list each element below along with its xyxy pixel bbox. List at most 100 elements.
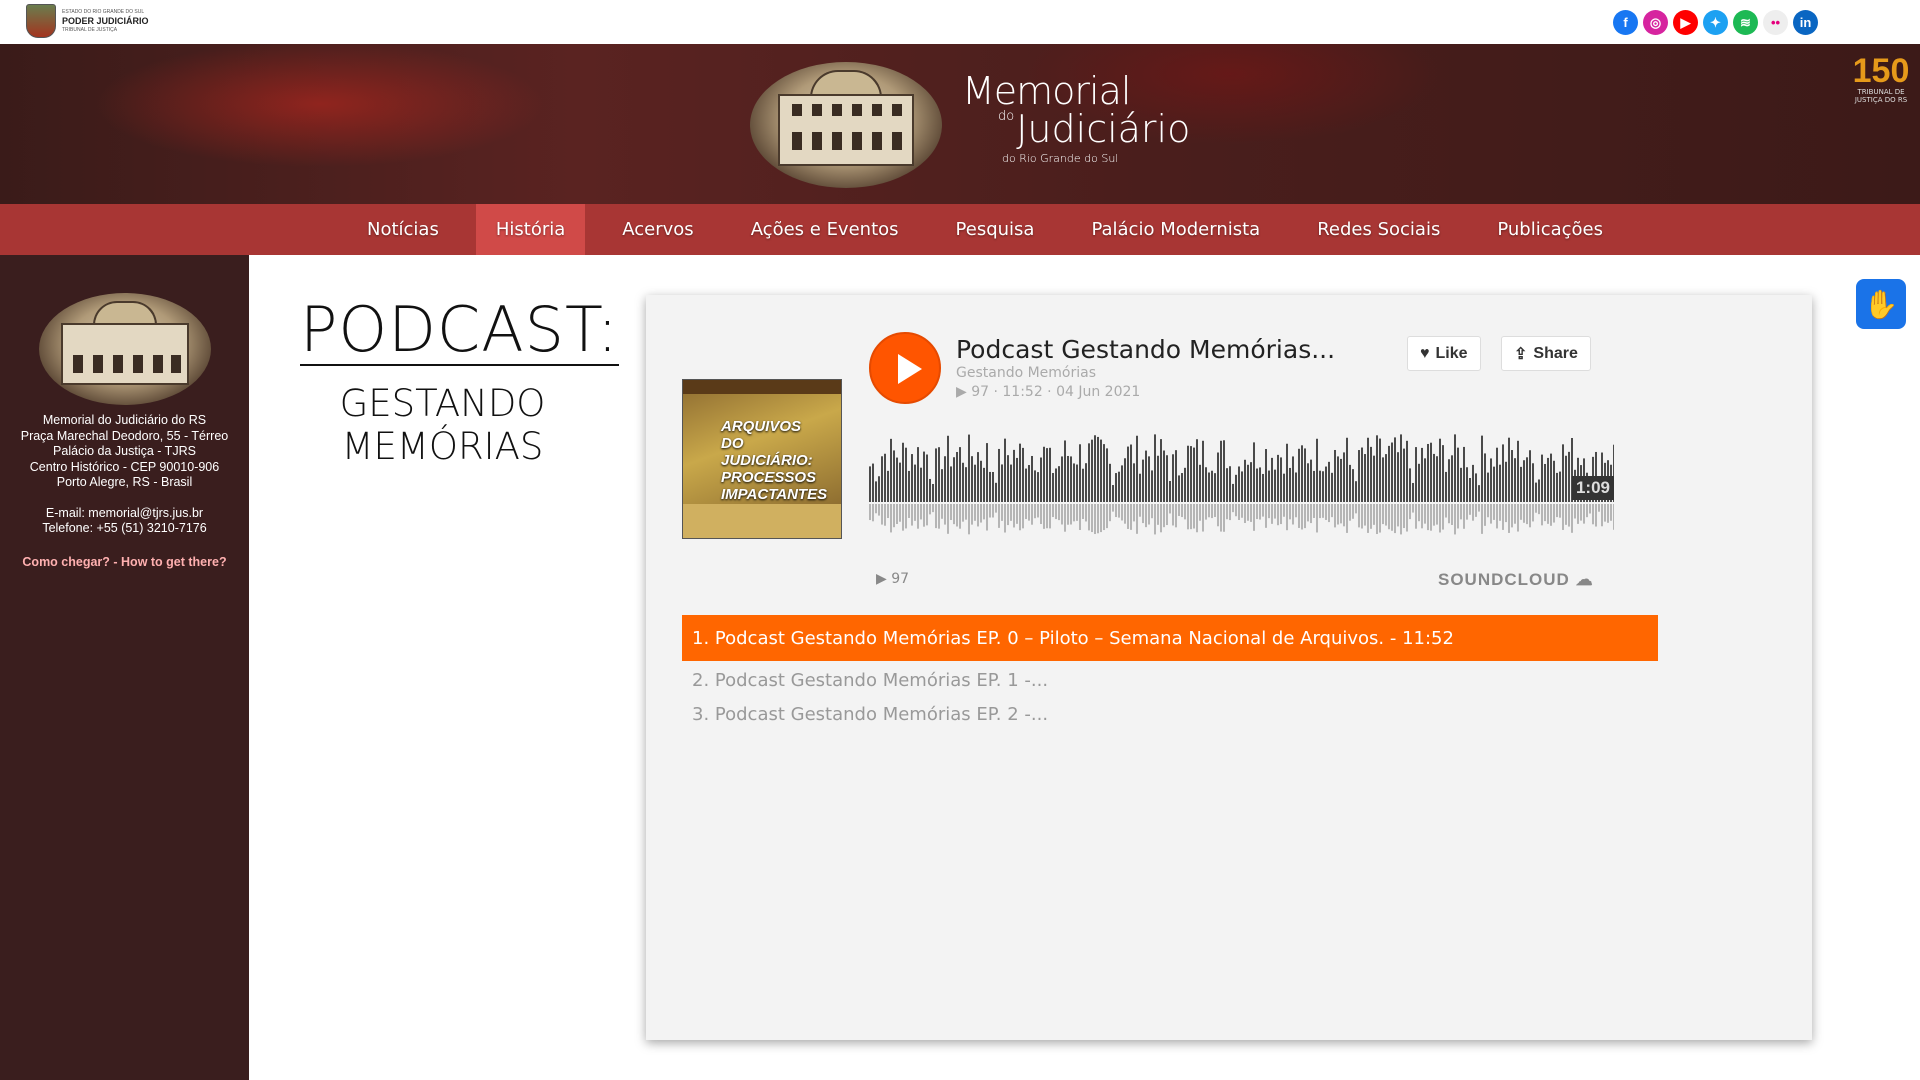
soundcloud-player: ARQUIVOS DO JUDICIÁRIO: PROCESSOS IMPACT…: [646, 295, 1812, 1040]
waveform-bar: [1328, 461, 1330, 502]
waveform-bar: [1133, 463, 1135, 502]
waveform-reflection: [1118, 504, 1120, 518]
waveform-bar: [1472, 464, 1474, 502]
waveform-reflection: [1295, 504, 1297, 518]
waveform-bar: [998, 448, 1000, 502]
waveform-reflection: [1190, 504, 1192, 530]
waveform-bar: [1217, 452, 1219, 502]
waveform-reflection: [1499, 504, 1501, 521]
facebook-icon[interactable]: f: [1613, 10, 1638, 35]
waveform-bar: [1196, 439, 1198, 502]
nav-item-acoes-eventos[interactable]: Ações e Eventos: [731, 204, 919, 255]
waveform-reflection: [1073, 504, 1075, 522]
waveform-bar: [911, 454, 913, 502]
waveform-reflection: [1058, 504, 1060, 521]
spotify-icon[interactable]: ≋: [1733, 10, 1758, 35]
waveform-reflection: [1535, 504, 1537, 513]
waveform-reflection: [899, 504, 901, 522]
waveform-reflection: [1076, 504, 1078, 521]
tjrs-150-badge[interactable]: 150 TRIBUNAL DE JUSTIÇA DO RS: [1852, 54, 1910, 126]
track-title[interactable]: Podcast Gestando Memórias...: [956, 335, 1335, 364]
nav-item-redes-sociais[interactable]: Redes Sociais: [1297, 204, 1460, 255]
flickr-icon[interactable]: ••: [1763, 10, 1788, 35]
waveform-bar: [1256, 468, 1258, 502]
nav-item-historia[interactable]: História: [475, 204, 586, 255]
waveform-reflection: [1316, 504, 1318, 533]
waveform-bar: [1148, 456, 1150, 502]
contact-email[interactable]: E-mail: memorial@tjrs.jus.br: [0, 506, 249, 522]
waveform-bar: [1157, 455, 1159, 502]
waveform-reflection: [1079, 504, 1081, 530]
waveform-bar: [1547, 457, 1549, 502]
linkedin-icon[interactable]: in: [1793, 10, 1818, 35]
waveform-reflection: [1523, 504, 1525, 523]
waveform-bar: [1334, 449, 1336, 502]
soundcloud-logo[interactable]: SOUNDCLOUD ☁: [1438, 570, 1594, 590]
nav-item-noticias[interactable]: Notícias: [347, 204, 459, 255]
palace-photo: [750, 62, 942, 188]
waveform-bar: [1433, 453, 1435, 502]
waveform-reflection: [1106, 504, 1108, 529]
youtube-icon[interactable]: ▶: [1673, 10, 1698, 35]
nav-item-palacio-modernista[interactable]: Palácio Modernista: [1071, 204, 1280, 255]
waveform-bar: [1211, 470, 1213, 502]
waveform-reflection: [1289, 504, 1291, 520]
like-button[interactable]: ♥ Like: [1407, 336, 1481, 371]
waveform-reflection: [1160, 504, 1162, 533]
directions-link[interactable]: Como chegar? - How to get there?: [0, 555, 249, 569]
waveform-reflection: [1454, 504, 1456, 535]
main-nav: Notícias História Acervos Ações e Evento…: [0, 204, 1920, 255]
waveform-bar: [1001, 464, 1003, 502]
waveform-reflection: [1574, 504, 1576, 519]
waveform-bar: [920, 467, 922, 502]
waveform-bar: [1022, 447, 1024, 502]
list-item[interactable]: 2. Podcast Gestando Memórias EP. 1 -...: [682, 663, 1658, 697]
waveform-reflection: [1178, 504, 1180, 516]
play-button[interactable]: [869, 332, 941, 404]
waveform-reflection: [1208, 504, 1210, 518]
waveform-reflection: [1565, 504, 1567, 525]
waveform-reflection: [1604, 504, 1606, 522]
waveform-bar: [1187, 445, 1189, 502]
waveform-reflection: [1277, 504, 1279, 526]
waveform-reflection: [1205, 504, 1207, 520]
waveform-reflection: [1427, 504, 1429, 531]
waveform-bar: [950, 466, 952, 502]
waveform-reflection: [1040, 504, 1042, 525]
podcast-cover-art[interactable]: ARQUIVOS DO JUDICIÁRIO: PROCESSOS IMPACT…: [682, 379, 842, 539]
waveform-reflection: [1031, 504, 1033, 525]
nav-item-acervos[interactable]: Acervos: [602, 204, 713, 255]
waveform-reflection: [1547, 504, 1549, 524]
twitter-icon[interactable]: ✦: [1703, 10, 1728, 35]
waveform-reflection: [1238, 504, 1240, 520]
waveform-bar: [1130, 444, 1132, 502]
waveform-bar: [1097, 436, 1099, 502]
waveform-bar: [1532, 463, 1534, 502]
waveform-bar: [962, 462, 964, 502]
waveform-bar: [1562, 444, 1564, 502]
waveform-bar: [1061, 456, 1063, 502]
site-title[interactable]: Memorial doJudiciário do Rio Grande do S…: [962, 72, 1190, 165]
waveform-bar: [944, 456, 946, 502]
waveform-bar: [1511, 450, 1513, 502]
waveform-reflection: [1235, 504, 1237, 517]
list-item[interactable]: 3. Podcast Gestando Memórias EP. 2 -...: [682, 697, 1658, 731]
poder-judiciario-logo[interactable]: ESTADO DO RIO GRANDE DO SUL PODER JUDICI…: [26, 4, 149, 38]
share-button[interactable]: ⇪ Share: [1501, 336, 1591, 371]
accessibility-hand-icon[interactable]: ✋: [1856, 279, 1906, 329]
waveform-reflection: [914, 504, 916, 521]
waveform[interactable]: 1:09: [869, 418, 1615, 542]
waveform-reflection: [1241, 504, 1243, 518]
waveform-bar: [1013, 449, 1015, 502]
waveform-bar: [1403, 448, 1405, 502]
waveform-bar: [1301, 445, 1303, 502]
list-item[interactable]: 1. Podcast Gestando Memórias EP. 0 – Pil…: [682, 615, 1658, 661]
track-artist[interactable]: Gestando Memórias: [956, 365, 1096, 381]
instagram-icon[interactable]: ◎: [1643, 10, 1668, 35]
waveform-reflection: [953, 504, 955, 525]
nav-item-publicacoes[interactable]: Publicações: [1477, 204, 1623, 255]
nav-item-pesquisa[interactable]: Pesquisa: [936, 204, 1055, 255]
waveform-reflection: [1382, 504, 1384, 525]
waveform-bar: [1568, 451, 1570, 502]
waveform-bar: [905, 447, 907, 502]
